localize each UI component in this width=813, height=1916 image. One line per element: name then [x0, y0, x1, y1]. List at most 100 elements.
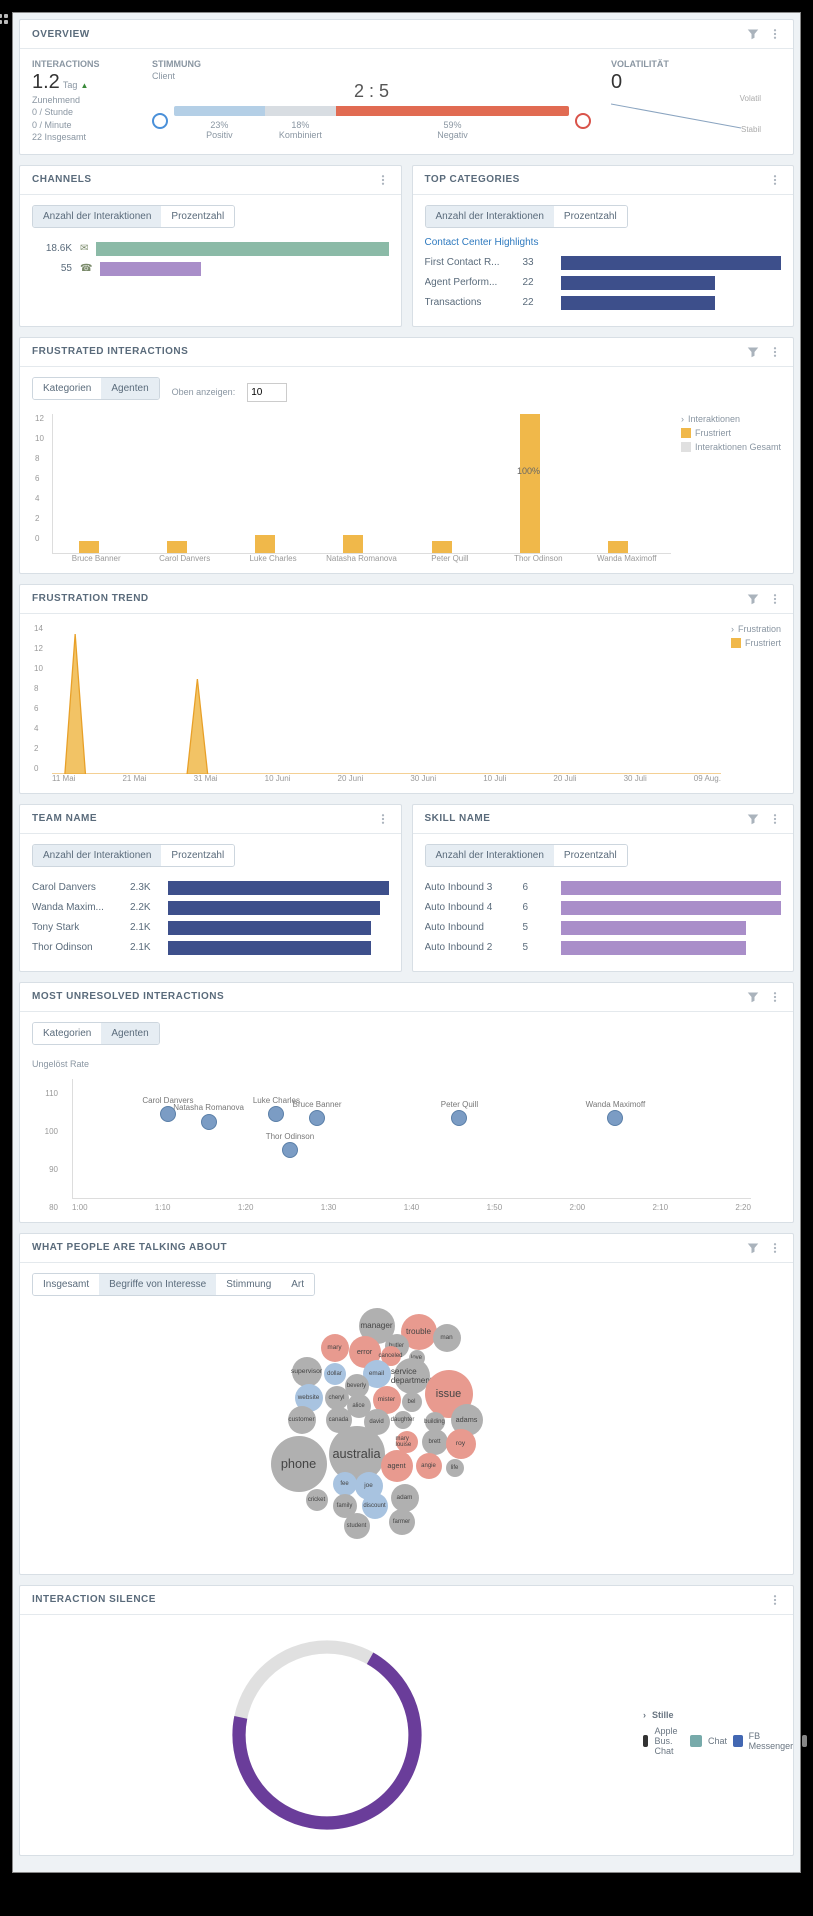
team-row: Wanda Maxim...2.2K — [32, 901, 389, 915]
apple-icon — [643, 1735, 648, 1747]
silence-legend: › Stille Apple Bus. ChatChatFB Messenger… — [643, 1707, 783, 1762]
scatter-point[interactable] — [268, 1106, 284, 1122]
bubble-term[interactable]: angie — [416, 1453, 442, 1479]
unresolved-card: MOST UNRESOLVED INTERACTIONS KategorienA… — [19, 982, 794, 1223]
skill-row: Auto Inbound 36 — [425, 881, 782, 895]
scatter-point[interactable] — [201, 1114, 217, 1130]
scatter-point[interactable] — [309, 1110, 325, 1126]
team-tabs[interactable]: Anzahl der InteraktionenProzentzahl — [32, 844, 235, 867]
more-icon[interactable] — [769, 813, 781, 825]
interactions-label: INTERACTIONS — [32, 59, 132, 69]
bubble-term[interactable]: mary — [321, 1334, 349, 1362]
sentiment-label: STIMMUNG — [152, 59, 591, 69]
bubble-term[interactable]: fee — [333, 1472, 357, 1496]
silence-channel-item: Chat — [690, 1735, 727, 1747]
silence-card: INTERACTION SILENCE › Stille Apple Bus. … — [19, 1585, 794, 1856]
bubble-term[interactable]: discount — [362, 1493, 388, 1519]
skill-row: Auto Inbound 25 — [425, 941, 782, 955]
trend-legend: ›Frustration Frustriert — [731, 624, 781, 783]
overview-title: OVERVIEW — [32, 29, 90, 40]
talking-tabs[interactable]: InsgesamtBegriffe von InteresseStimmungA… — [32, 1273, 315, 1296]
trend-up-icon: ▲ — [80, 81, 88, 90]
silence-donut — [217, 1625, 437, 1845]
team-row: Tony Stark2.1K — [32, 921, 389, 935]
more-icon[interactable] — [377, 174, 389, 186]
unresolved-scatter: Carol DanversNatasha RomanovaLuke Charle… — [72, 1079, 751, 1199]
bubble-term[interactable]: farmer — [389, 1509, 415, 1535]
filter-icon[interactable] — [747, 28, 759, 40]
sentiment-bar — [174, 106, 569, 116]
silence-channel-item: FB Messenger — [733, 1731, 796, 1751]
unresolved-tabs[interactable]: KategorienAgenten — [32, 1022, 160, 1045]
volatility-value: 0 — [611, 71, 781, 94]
channel-row: 55☎ — [32, 262, 389, 276]
team-row: Carol Danvers2.3K — [32, 881, 389, 895]
filter-icon[interactable] — [747, 593, 759, 605]
filter-icon[interactable] — [747, 991, 759, 1003]
email-icon: ✉ — [80, 243, 88, 254]
team-row: Thor Odinson2.1K — [32, 941, 389, 955]
resize-handle[interactable] — [0, 14, 12, 28]
bubble-term[interactable]: agent — [381, 1450, 413, 1482]
more-icon[interactable] — [377, 813, 389, 825]
bubble-term[interactable]: supervisor — [292, 1357, 322, 1387]
frustration-trend-card: FRUSTRATION TREND 14121086420 11 Mai21 M… — [19, 584, 794, 794]
overview-card: OVERVIEW INTERACTIONS 1.2 Tag ▲ Zunehmen… — [19, 19, 794, 155]
bubble-term[interactable]: dollar — [324, 1363, 346, 1385]
bubble-term[interactable]: daughter — [394, 1411, 412, 1429]
more-icon[interactable] — [769, 1242, 781, 1254]
filter-icon[interactable] — [747, 1242, 759, 1254]
sad-face-icon — [575, 113, 591, 129]
scatter-point[interactable] — [451, 1110, 467, 1126]
trend-chart: 14121086420 — [52, 624, 721, 774]
bubble-term[interactable]: student — [344, 1513, 370, 1539]
top-categories-card: TOP CATEGORIES Anzahl der InteraktionenP… — [412, 165, 795, 327]
filter-icon[interactable] — [747, 346, 759, 358]
more-icon[interactable] — [769, 174, 781, 186]
skill-row: Auto Inbound 46 — [425, 901, 782, 915]
frustrated-legend: ›Interaktionen Frustriert Interaktionen … — [681, 414, 781, 563]
silence-channel-item: Apple Bus. Chat — [643, 1726, 684, 1756]
bubble-term[interactable]: adam — [391, 1484, 419, 1512]
more-icon[interactable] — [769, 593, 781, 605]
highlights-link[interactable]: Contact Center Highlights — [425, 237, 539, 248]
skill-tabs[interactable]: Anzahl der InteraktionenProzentzahl — [425, 844, 628, 867]
scatter-point[interactable] — [607, 1110, 623, 1126]
more-icon[interactable] — [769, 1594, 781, 1606]
channels-card: CHANNELS Anzahl der InteraktionenProzent… — [19, 165, 402, 327]
team-card: TEAM NAME Anzahl der InteraktionenProzen… — [19, 804, 402, 972]
bubble-term[interactable]: service department — [394, 1358, 430, 1394]
scatter-point[interactable] — [282, 1142, 298, 1158]
skill-card: SKILL NAME Anzahl der InteraktionenProze… — [412, 804, 795, 972]
bubble-term[interactable]: life — [446, 1459, 464, 1477]
channels-tabs[interactable]: Anzahl der InteraktionenProzentzahl — [32, 205, 235, 228]
skill-row: Auto Inbound5 — [425, 921, 782, 935]
filter-icon[interactable] — [747, 813, 759, 825]
talking-card: WHAT PEOPLE ARE TALKING ABOUT InsgesamtB… — [19, 1233, 794, 1575]
top-n-input[interactable] — [247, 383, 287, 402]
fb-icon — [733, 1735, 743, 1747]
more-icon[interactable] — [769, 346, 781, 358]
silence-channel-item: Google Bus. Messa... — [802, 1726, 813, 1756]
category-row: Transactions22 — [425, 296, 782, 310]
bubble-term[interactable]: customer — [288, 1406, 316, 1434]
happy-face-icon — [152, 113, 168, 129]
volatility-label: VOLATILITÄT — [611, 59, 781, 69]
bubble-term[interactable]: man — [433, 1324, 461, 1352]
bubble-term[interactable]: brett — [422, 1429, 448, 1455]
sentiment-ratio: 2 : 5 — [152, 81, 591, 102]
more-icon[interactable] — [769, 28, 781, 40]
category-row: First Contact R...33 — [425, 256, 782, 270]
volatility-chart: Volatil Stabil — [611, 94, 761, 134]
bubble-term[interactable]: roy — [446, 1429, 476, 1459]
bubble-term[interactable]: cricket — [306, 1489, 328, 1511]
interactions-value: 1.2 — [32, 71, 60, 93]
bubble-term[interactable]: phone — [271, 1436, 327, 1492]
bubble-term[interactable]: bel — [402, 1392, 422, 1412]
chat-icon — [690, 1735, 702, 1747]
channel-row: 18.6K✉ — [32, 242, 389, 256]
frustrated-card: FRUSTRATED INTERACTIONS KategorienAgente… — [19, 337, 794, 574]
categories-tabs[interactable]: Anzahl der InteraktionenProzentzahl — [425, 205, 628, 228]
frustrated-tabs[interactable]: KategorienAgenten — [32, 377, 160, 400]
more-icon[interactable] — [769, 991, 781, 1003]
